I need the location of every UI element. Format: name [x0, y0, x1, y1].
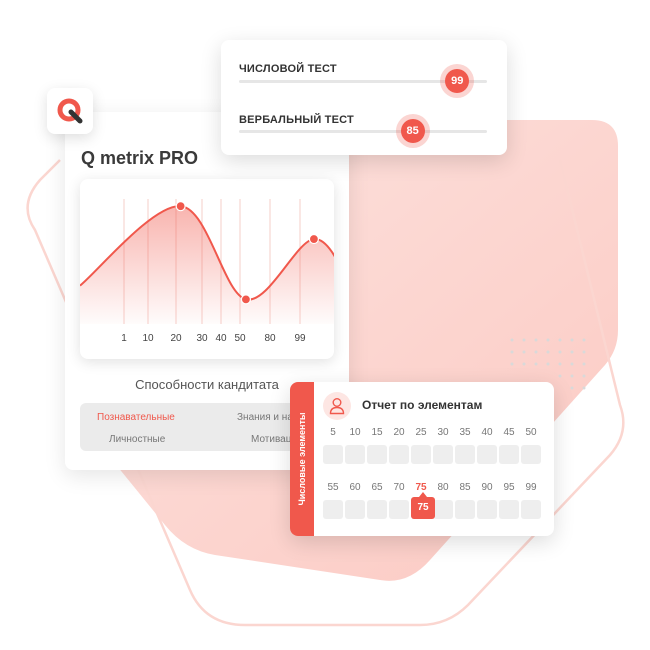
- element-cell[interactable]: [499, 445, 519, 464]
- element-value: 95: [503, 482, 515, 493]
- element-value: 99: [525, 482, 537, 493]
- side-strip: Числовые элементы: [290, 382, 314, 536]
- tests-card: ЧИСЛОВОЙ ТЕСТ 99 ВЕРБАЛЬНЫЙ ТЕСТ 85: [221, 40, 507, 155]
- element-cell[interactable]: [345, 445, 365, 464]
- app-title: Q metrix PRO: [81, 148, 199, 168]
- element-value: 45: [503, 427, 515, 438]
- element-value: 50: [525, 427, 537, 438]
- x-tick-label: 20: [170, 333, 182, 344]
- element-value: 30: [437, 427, 449, 438]
- element-value: 55: [327, 482, 339, 493]
- chart-point: [240, 294, 252, 305]
- element-value: 85: [459, 482, 471, 493]
- chart-point: [308, 233, 320, 245]
- numeric-test-label: ЧИСЛОВОЙ ТЕСТ: [239, 63, 337, 75]
- x-tick-label: 30: [196, 333, 208, 344]
- element-value: 35: [459, 427, 471, 438]
- element-value: 90: [481, 482, 493, 493]
- report-card: Числовые элементы Отчет по элементам 5 10…: [290, 382, 554, 536]
- element-cell[interactable]: [389, 445, 409, 464]
- element-value: 15: [371, 427, 383, 438]
- tab-cognitive[interactable]: Познавательные: [97, 412, 175, 423]
- side-label: Числовые элементы: [297, 412, 307, 506]
- x-tick-label: 99: [294, 333, 306, 344]
- element-value: 70: [393, 482, 405, 493]
- chart-panel: 1 10 20 30 40 50 80 99: [80, 179, 334, 359]
- report-title: Отчет по элементам: [362, 398, 483, 412]
- verbal-test-track[interactable]: [239, 130, 487, 133]
- logo-tile: [47, 88, 93, 134]
- user-icon: [323, 392, 351, 420]
- element-cell[interactable]: [521, 445, 541, 464]
- element-value: 10: [349, 427, 361, 438]
- verbal-test-label: ВЕРБАЛЬНЫЙ ТЕСТ: [239, 114, 354, 126]
- element-value: 80: [437, 482, 449, 493]
- x-tick-label: 40: [215, 333, 227, 344]
- element-cell[interactable]: [345, 500, 365, 519]
- element-cell[interactable]: [477, 445, 497, 464]
- x-tick-label: 1: [121, 333, 127, 344]
- element-value: 65: [371, 482, 383, 493]
- tab-personality[interactable]: Личностные: [109, 434, 165, 445]
- element-cell[interactable]: [367, 500, 387, 519]
- selected-value-badge: 75: [411, 492, 435, 519]
- element-cell[interactable]: [455, 445, 475, 464]
- element-cell[interactable]: [323, 500, 343, 519]
- element-cell[interactable]: [411, 445, 431, 464]
- element-value: 20: [393, 427, 405, 438]
- element-value: 5: [330, 427, 336, 438]
- numeric-test-knob[interactable]: 99: [445, 69, 470, 93]
- q-logo-icon: [57, 98, 83, 124]
- chart-area: [80, 206, 334, 324]
- element-cell[interactable]: [455, 500, 475, 519]
- element-cell[interactable]: [499, 500, 519, 519]
- element-cell[interactable]: [433, 445, 453, 464]
- element-value: 40: [481, 427, 493, 438]
- element-value: 25: [415, 427, 427, 438]
- element-value: 60: [349, 482, 361, 493]
- element-cell[interactable]: [433, 500, 453, 519]
- element-cell[interactable]: [521, 500, 541, 519]
- x-tick-label: 80: [264, 333, 276, 344]
- x-tick-label: 50: [234, 333, 246, 344]
- x-tick-label: 10: [142, 333, 154, 344]
- element-cell[interactable]: [477, 500, 497, 519]
- chart-point: [175, 201, 186, 212]
- element-cell[interactable]: [389, 500, 409, 519]
- element-cell[interactable]: [323, 445, 343, 464]
- element-cell[interactable]: [367, 445, 387, 464]
- ability-chart: 1 10 20 30 40 50 80 99: [80, 199, 334, 344]
- verbal-test-knob[interactable]: 85: [400, 119, 425, 143]
